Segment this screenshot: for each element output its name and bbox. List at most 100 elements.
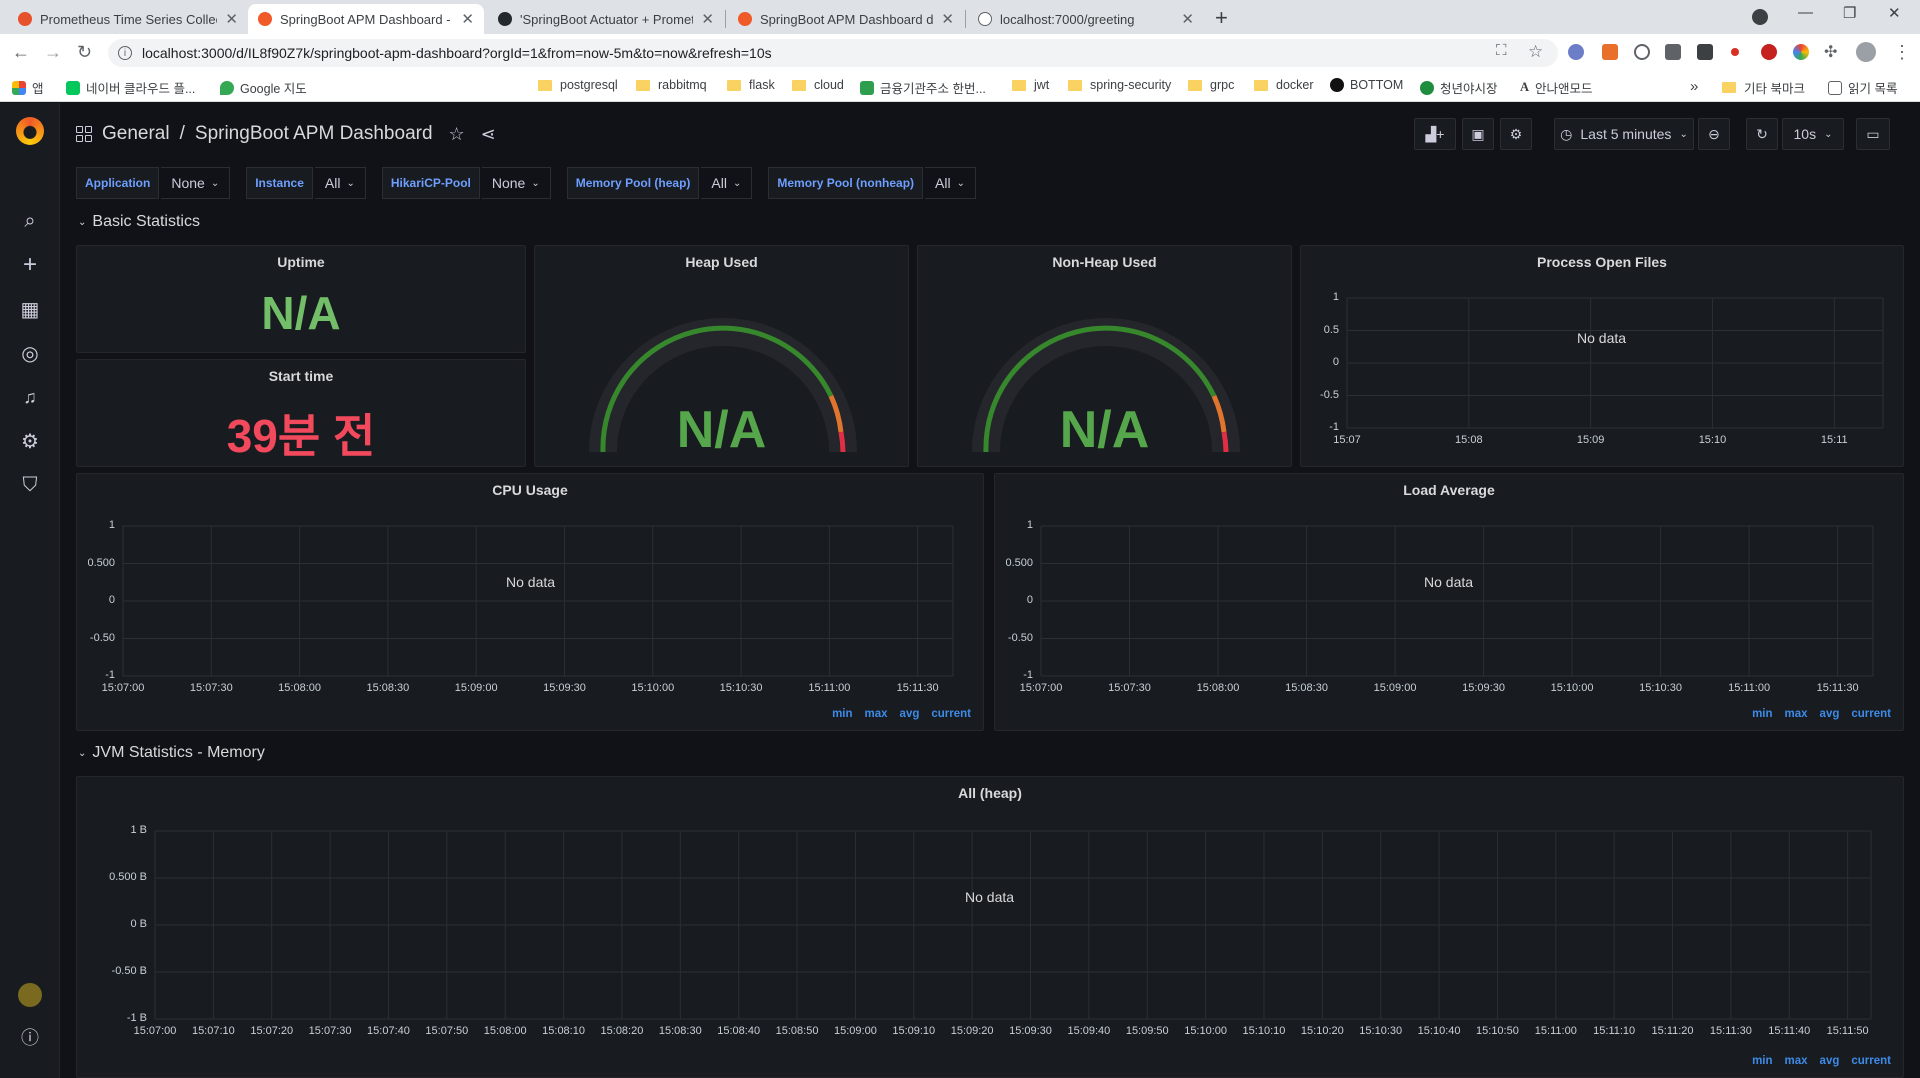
legend-avg[interactable]: avg (1820, 1055, 1840, 1067)
back-icon[interactable]: ← (12, 42, 30, 63)
browser-tab[interactable]: 'SpringBoot Actuator + Promet ✕ (488, 4, 724, 34)
help-icon[interactable]: ⓘ (0, 1021, 60, 1053)
window-close-icon[interactable]: ✕ (1888, 4, 1901, 22)
user-avatar[interactable] (0, 979, 60, 1011)
legend-max[interactable]: max (1785, 708, 1808, 720)
browser-tab[interactable]: localhost:7000/greeting ✕ (968, 4, 1204, 34)
legend-max[interactable]: max (1785, 1055, 1808, 1067)
legend-current[interactable]: current (931, 708, 971, 720)
profile-avatar-icon[interactable] (1856, 42, 1876, 62)
row-basic-statistics[interactable]: ⌄ Basic Statistics (78, 213, 200, 231)
legend-current[interactable]: current (1851, 708, 1891, 720)
panel-uptime[interactable]: Uptime N/A (76, 245, 526, 353)
panel-load-average[interactable]: Load Average No data min max avg current… (994, 473, 1904, 731)
minimize-icon[interactable]: — (1798, 4, 1813, 21)
extensions-puzzle-icon[interactable]: ✣ (1824, 42, 1837, 62)
search-icon[interactable]: ⌕ (0, 205, 60, 237)
close-tab-icon[interactable]: ✕ (1181, 10, 1194, 28)
browser-tab[interactable]: Prometheus Time Series Collect ✕ (8, 4, 248, 34)
browser-tab-active[interactable]: SpringBoot APM Dashboard - G ✕ (248, 4, 484, 34)
address-bar[interactable]: i localhost:3000/d/IL8f90Z7k/springboot-… (108, 39, 1558, 67)
close-tab-icon[interactable]: ✕ (701, 10, 714, 28)
explore-compass-icon[interactable]: ◎ (0, 337, 60, 369)
panel-heap-used[interactable]: Heap Used N/A (534, 245, 909, 467)
bookmark-item[interactable]: BOTTOM (1330, 78, 1403, 92)
new-tab-button[interactable]: + (1215, 5, 1228, 31)
bookmark-item[interactable]: A 안나앤모드 (1520, 78, 1593, 97)
add-panel-button[interactable]: ▟+ (1414, 118, 1456, 150)
refresh-button[interactable]: ↻ (1746, 118, 1778, 150)
extension-icon[interactable] (1793, 44, 1809, 60)
refresh-interval-picker[interactable]: 10s ⌄ (1782, 118, 1844, 150)
bookmark-folder[interactable]: jwt (1012, 78, 1049, 92)
restore-icon[interactable]: ❐ (1843, 4, 1856, 22)
more-bookmarks-button[interactable]: » (1690, 78, 1698, 95)
legend-current[interactable]: current (1851, 1055, 1891, 1067)
bookmark-folder[interactable]: postgresql (538, 78, 618, 92)
panel-cpu-usage[interactable]: CPU Usage No data min max avg current 1 0… (76, 473, 984, 731)
extension-icon[interactable] (1761, 44, 1777, 60)
close-tab-icon[interactable]: ✕ (461, 10, 474, 28)
dashboards-grid-icon[interactable]: ▦ (0, 293, 60, 325)
variable-select-hikaricp-pool[interactable]: None ⌄ (481, 167, 551, 199)
bookmark-folder[interactable]: cloud (792, 78, 844, 92)
close-tab-icon[interactable]: ✕ (225, 10, 238, 28)
panel-all-heap[interactable]: All (heap) No data min max avg current 1… (76, 776, 1904, 1078)
panel-start-time[interactable]: Start time 39분 전 (76, 359, 526, 467)
save-dashboard-button[interactable]: ▣ (1462, 118, 1494, 150)
bookmark-item[interactable]: 청년야시장 (1420, 78, 1498, 97)
legend-avg[interactable]: avg (1820, 708, 1840, 720)
extension-icon[interactable] (1602, 44, 1618, 60)
create-plus-icon[interactable]: + (0, 249, 60, 281)
reading-list-button[interactable]: 읽기 목록 (1828, 78, 1897, 97)
variable-select-memory-pool-heap[interactable]: All ⌄ (701, 167, 753, 199)
bookmark-folder[interactable]: flask (727, 78, 775, 92)
reload-icon[interactable]: ↻ (77, 42, 92, 63)
extension-icon[interactable] (1568, 44, 1584, 60)
legend-min[interactable]: min (1752, 708, 1772, 720)
legend-min[interactable]: min (832, 708, 852, 720)
time-picker-button[interactable]: ◷ Last 5 minutes ⌄ (1554, 118, 1694, 150)
bookmark-folder[interactable]: grpc (1188, 78, 1234, 92)
extension-icon[interactable] (1697, 44, 1713, 60)
bookmark-apps[interactable]: 앱 (12, 78, 44, 97)
variable-select-memory-pool-nonheap[interactable]: All ⌄ (925, 167, 976, 199)
dashboard-title[interactable]: SpringBoot APM Dashboard (195, 123, 433, 145)
panel-process-open-files[interactable]: Process Open Files No data 1 0.5 0 -0.5 -1 15… (1300, 245, 1904, 467)
close-tab-icon[interactable]: ✕ (941, 10, 954, 28)
extension-icon[interactable] (1634, 44, 1650, 60)
bookmark-folder[interactable]: spring-security (1068, 78, 1171, 92)
legend-min[interactable]: min (1752, 1055, 1772, 1067)
extension-icon[interactable] (1665, 44, 1681, 60)
star-icon[interactable]: ☆ (449, 124, 465, 145)
browser-tab[interactable]: SpringBoot APM Dashboard da ✕ (728, 4, 964, 34)
tv-mode-button[interactable]: ▭ (1856, 118, 1890, 150)
translate-icon[interactable]: ⛶ (1496, 42, 1507, 59)
variable-select-application[interactable]: None ⌄ (161, 167, 231, 199)
server-admin-shield-icon[interactable]: ⛉ (0, 469, 60, 501)
grafana-logo-icon[interactable] (16, 117, 44, 145)
row-jvm-statistics-memory[interactable]: ⌄ JVM Statistics - Memory (78, 744, 265, 762)
bookmark-item[interactable]: 네이버 클라우드 플... (66, 78, 195, 97)
other-bookmarks-folder[interactable]: 기타 북마크 (1722, 78, 1805, 97)
browser-menu-icon[interactable]: ⋮ (1893, 42, 1911, 63)
dashboard-settings-button[interactable]: ⚙ (1500, 118, 1532, 150)
bookmark-folder[interactable]: docker (1254, 78, 1314, 92)
legend-max[interactable]: max (865, 708, 888, 720)
variable-select-instance[interactable]: All ⌄ (314, 167, 366, 199)
bookmark-star-icon[interactable]: ☆ (1528, 42, 1543, 62)
forward-icon[interactable]: → (44, 42, 62, 63)
bookmark-folder[interactable]: rabbitmq (636, 78, 707, 92)
legend-avg[interactable]: avg (900, 708, 920, 720)
breadcrumb-folder[interactable]: General (102, 123, 170, 145)
share-icon[interactable]: ⋖ (481, 124, 496, 145)
alerting-bell-icon[interactable]: ♫ (0, 381, 60, 413)
extension-icon[interactable] (1731, 48, 1739, 56)
panel-non-heap-used[interactable]: Non-Heap Used N/A (917, 245, 1292, 467)
bookmark-item[interactable]: Google 지도 (220, 78, 307, 97)
site-info-icon[interactable]: i (118, 46, 132, 60)
zoom-out-button[interactable]: ⊖ (1698, 118, 1730, 150)
bookmark-item[interactable]: 금융기관주소 한번... (860, 78, 986, 97)
profile-menu-icon[interactable] (1752, 9, 1768, 25)
configuration-gear-icon[interactable]: ⚙ (0, 425, 60, 457)
